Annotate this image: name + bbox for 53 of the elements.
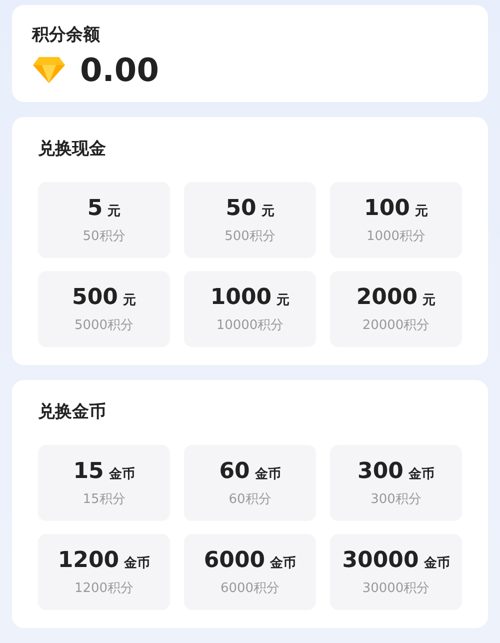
option-value: 1000 xyxy=(210,284,272,310)
option-cost: 500积分 xyxy=(224,228,276,244)
exchange-option[interactable]: 5 元 50积分 xyxy=(38,182,170,258)
option-unit: 元 xyxy=(122,292,136,308)
option-value: 5 xyxy=(87,196,103,220)
balance-amount: 0.00 xyxy=(80,54,159,86)
option-cost: 15积分 xyxy=(82,490,126,508)
option-unit: 金币 xyxy=(424,554,450,572)
option-value: 50 xyxy=(226,196,256,220)
option-cost: 60积分 xyxy=(228,490,272,508)
exchange-option[interactable]: 15 金币 15积分 xyxy=(38,445,170,521)
option-cost: 1000积分 xyxy=(366,228,426,244)
option-value: 6000 xyxy=(204,548,266,572)
option-value: 15 xyxy=(73,458,104,484)
exchange-option[interactable]: 100 元 1000积分 xyxy=(330,182,462,258)
option-unit: 元 xyxy=(414,202,428,220)
option-cost: 1200积分 xyxy=(74,580,134,596)
option-unit: 元 xyxy=(276,292,290,308)
option-unit: 金币 xyxy=(254,466,281,482)
option-unit: 元 xyxy=(108,202,121,220)
option-cost: 300积分 xyxy=(370,490,422,508)
option-value: 300 xyxy=(358,458,404,484)
option-value: 100 xyxy=(364,196,410,220)
option-cost: 10000积分 xyxy=(216,316,284,334)
option-value: 30000 xyxy=(342,548,419,572)
option-cost: 30000积分 xyxy=(362,580,430,596)
exchange-option[interactable]: 30000 金币 30000积分 xyxy=(330,534,462,610)
exchange-option[interactable]: 1000 元 10000积分 xyxy=(184,271,316,347)
exchange-option[interactable]: 2000 元 20000积分 xyxy=(330,271,462,347)
section-title: 兑换现金 xyxy=(38,138,107,160)
option-unit: 金币 xyxy=(124,554,150,572)
exchange-option[interactable]: 6000 金币 6000积分 xyxy=(184,534,316,610)
option-unit: 金币 xyxy=(408,466,434,482)
exchange-option[interactable]: 300 金币 300积分 xyxy=(330,445,462,521)
diamond-icon xyxy=(32,56,66,84)
option-value: 500 xyxy=(72,284,118,310)
option-cost: 6000积分 xyxy=(220,580,280,596)
option-cost: 5000积分 xyxy=(74,316,134,334)
exchange-option[interactable]: 60 金币 60积分 xyxy=(184,445,316,521)
exchange-option[interactable]: 50 元 500积分 xyxy=(184,182,316,258)
option-unit: 金币 xyxy=(108,466,135,482)
option-unit: 元 xyxy=(422,292,436,308)
option-value: 60 xyxy=(219,458,250,484)
exchange-option[interactable]: 1200 金币 1200积分 xyxy=(38,534,170,610)
balance-title: 积分余额 xyxy=(32,24,101,46)
exchange-option[interactable]: 500 元 5000积分 xyxy=(38,271,170,347)
section-title: 兑换金币 xyxy=(38,401,107,423)
option-unit: 元 xyxy=(261,202,274,220)
option-cost: 20000积分 xyxy=(362,316,430,334)
option-value: 1200 xyxy=(58,548,120,572)
option-value: 2000 xyxy=(356,284,418,310)
option-unit: 金币 xyxy=(270,554,296,572)
option-cost: 50积分 xyxy=(82,228,126,244)
